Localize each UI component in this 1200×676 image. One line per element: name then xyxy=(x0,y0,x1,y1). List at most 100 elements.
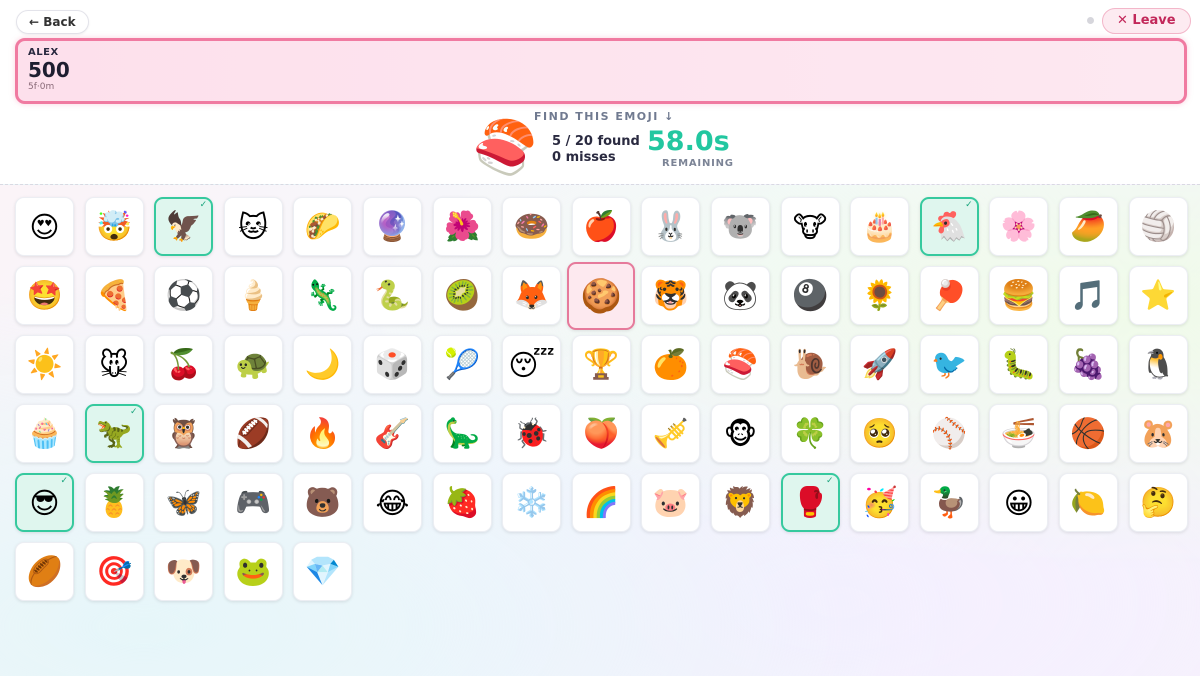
leave-button[interactable]: ✕ Leave xyxy=(1102,8,1191,34)
emoji-tile[interactable]: 🐭 xyxy=(84,335,144,394)
emoji-tile[interactable]: ❄️ xyxy=(502,473,562,532)
emoji-tile[interactable]: 🦎 xyxy=(293,266,353,325)
emoji-tile[interactable]: 🌈 xyxy=(571,473,631,532)
emoji-tile[interactable]: 🍣 xyxy=(710,335,770,394)
emoji-tile[interactable]: ⚽ xyxy=(154,266,214,325)
tile-emoji: 🍎 xyxy=(583,209,620,243)
emoji-tile[interactable]: 😀 xyxy=(989,473,1049,532)
emoji-tile[interactable]: 🐵 xyxy=(710,404,770,463)
emoji-tile[interactable]: ⚾ xyxy=(919,404,979,463)
emoji-tile[interactable]: 🐮 xyxy=(780,197,840,256)
check-icon: ✓ xyxy=(965,200,973,210)
emoji-tile[interactable]: 🍊 xyxy=(641,335,701,394)
emoji-tile[interactable]: 🤔 xyxy=(1128,473,1188,532)
emoji-tile[interactable]: 🎂 xyxy=(850,197,910,256)
emoji-tile[interactable]: 😂 xyxy=(362,473,422,532)
emoji-tile[interactable]: 🍑 xyxy=(571,404,631,463)
emoji-tile[interactable]: 😴 xyxy=(502,335,562,394)
emoji-tile[interactable]: 🍦 xyxy=(223,266,283,325)
emoji-tile[interactable]: 🍍 xyxy=(84,473,144,532)
emoji-tile[interactable]: 🦁 xyxy=(710,473,770,532)
emoji-tile[interactable]: 🐛 xyxy=(989,335,1049,394)
emoji-tile[interactable]: 🦉 xyxy=(154,404,214,463)
emoji-tile[interactable]: 🍒 xyxy=(154,335,214,394)
emoji-tile[interactable]: 🎾 xyxy=(432,335,492,394)
emoji-tile[interactable]: 🏉 xyxy=(15,542,74,601)
emoji-tile[interactable]: 🍓 xyxy=(432,473,492,532)
emoji-tile[interactable]: 🐞 xyxy=(502,404,562,463)
emoji-tile[interactable]: 🏐 xyxy=(1128,197,1188,256)
tile-emoji: 🐦 xyxy=(931,347,968,381)
emoji-tile[interactable]: 🦅 ✓ xyxy=(154,197,214,256)
emoji-tile[interactable]: 🎵 xyxy=(1058,266,1118,325)
emoji-tile[interactable]: 😎 ✓ xyxy=(15,473,74,532)
emoji-tile[interactable]: 🐻 xyxy=(293,473,353,532)
emoji-tile[interactable]: 🎱 xyxy=(780,266,840,325)
emoji-tile[interactable]: 🐯 xyxy=(641,266,701,325)
emoji-tile[interactable]: 🥝 xyxy=(432,266,492,325)
emoji-tile[interactable]: 🦖 ✓ xyxy=(84,404,144,463)
emoji-tile[interactable]: 🤩 xyxy=(15,266,74,325)
emoji-tile[interactable]: 🐨 xyxy=(710,197,770,256)
emoji-tile[interactable]: ☀️ xyxy=(15,335,74,394)
emoji-tile[interactable]: 🌙 xyxy=(293,335,353,394)
emoji-tile[interactable]: 🥳 xyxy=(850,473,910,532)
emoji-tile[interactable]: 🏀 xyxy=(1058,404,1118,463)
emoji-tile[interactable]: 😍 xyxy=(15,197,74,256)
emoji-tile[interactable]: 🍔 xyxy=(989,266,1049,325)
emoji-tile[interactable]: 🔥 xyxy=(293,404,353,463)
emoji-tile[interactable]: 🐱 xyxy=(223,197,283,256)
emoji-tile[interactable]: 🦆 xyxy=(919,473,979,532)
emoji-tile[interactable]: 🐔 ✓ xyxy=(919,197,979,256)
emoji-tile[interactable]: 🥭 xyxy=(1058,197,1118,256)
emoji-tile[interactable]: 🐹 xyxy=(1128,404,1188,463)
emoji-tile[interactable]: 🍪 xyxy=(567,261,636,330)
emoji-tile[interactable]: 🏓 xyxy=(919,266,979,325)
emoji-tile[interactable]: 🌮 xyxy=(293,197,353,256)
emoji-tile[interactable]: 🐶 xyxy=(154,542,214,601)
emoji-tile[interactable]: 🎲 xyxy=(362,335,422,394)
tile-emoji: ❄️ xyxy=(513,485,550,519)
emoji-tile[interactable]: 🌸 xyxy=(989,197,1049,256)
emoji-tile[interactable]: 🍀 xyxy=(780,404,840,463)
emoji-tile[interactable]: 🍩 xyxy=(502,197,562,256)
emoji-tile[interactable]: 🐧 xyxy=(1128,335,1188,394)
emoji-tile[interactable]: 🐌 xyxy=(780,335,840,394)
emoji-tile[interactable]: 🦕 xyxy=(432,404,492,463)
emoji-tile[interactable]: 🍋 xyxy=(1058,473,1118,532)
emoji-tile[interactable]: 🦊 xyxy=(502,266,562,325)
back-button[interactable]: ← Back xyxy=(16,10,89,34)
emoji-tile[interactable]: 🔮 xyxy=(362,197,422,256)
emoji-tile[interactable]: 🐸 xyxy=(223,542,283,601)
emoji-tile[interactable]: ⭐ xyxy=(1128,266,1188,325)
emoji-tile[interactable]: 🍇 xyxy=(1058,335,1118,394)
emoji-tile[interactable]: 🎮 xyxy=(223,473,283,532)
emoji-tile[interactable]: 🐦 xyxy=(919,335,979,394)
emoji-tile[interactable]: 🌺 xyxy=(432,197,492,256)
tile-emoji: 🐱 xyxy=(238,209,269,244)
emoji-tile[interactable]: 🥊 ✓ xyxy=(780,473,840,532)
emoji-tile[interactable]: 🐷 xyxy=(641,473,701,532)
emoji-tile[interactable]: 🥺 xyxy=(850,404,910,463)
emoji-tile[interactable]: 🌻 xyxy=(850,266,910,325)
emoji-tile[interactable]: 🚀 xyxy=(850,335,910,394)
emoji-tile[interactable]: 🧁 xyxy=(15,404,74,463)
emoji-tile[interactable]: 🍕 xyxy=(84,266,144,325)
emoji-tile[interactable]: 💎 xyxy=(293,542,353,601)
emoji-tile[interactable]: 🍜 xyxy=(989,404,1049,463)
emoji-tile[interactable]: 🐍 xyxy=(362,266,422,325)
tile-emoji: 🍜 xyxy=(1000,416,1037,450)
emoji-tile[interactable]: 🐢 xyxy=(223,335,283,394)
emoji-tile[interactable]: 🍎 xyxy=(571,197,631,256)
emoji-tile[interactable]: 🤯 xyxy=(84,197,144,256)
emoji-tile[interactable]: 🐼 xyxy=(710,266,770,325)
emoji-tile[interactable]: 🏈 xyxy=(223,404,283,463)
emoji-tile[interactable]: 🦋 xyxy=(154,473,214,532)
emoji-tile[interactable]: 🐰 xyxy=(641,197,701,256)
emoji-tile[interactable]: 🎺 xyxy=(641,404,701,463)
tile-emoji: 🦊 xyxy=(513,278,550,312)
connection-status-dot xyxy=(1087,17,1094,24)
emoji-tile[interactable]: 🎸 xyxy=(362,404,422,463)
emoji-tile[interactable]: 🎯 xyxy=(84,542,144,601)
emoji-tile[interactable]: 🏆 xyxy=(571,335,631,394)
